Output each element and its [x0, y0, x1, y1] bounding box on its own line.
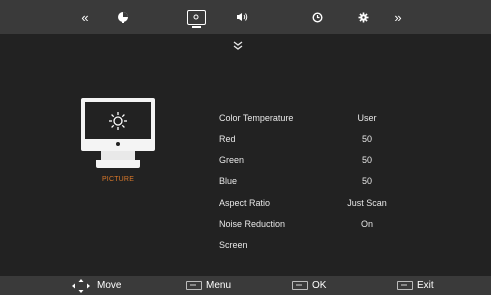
menu-label: Menu — [206, 280, 232, 291]
setting-aspect-ratio[interactable]: Aspect Ratio Just Scan — [219, 196, 419, 210]
move-hint: Move — [71, 276, 121, 295]
speaker-icon[interactable] — [229, 0, 255, 34]
double-chevron-left-icon[interactable]: « — [72, 0, 98, 34]
setting-value: 50 — [361, 176, 372, 186]
setting-label: Aspect Ratio — [219, 198, 271, 208]
setting-value: On — [360, 219, 373, 229]
menu-key-icon — [186, 281, 202, 290]
picture-mode-icon-graphic — [118, 12, 128, 23]
menu-hint: Menu — [186, 276, 231, 295]
top-navigation-bar: « » — [0, 0, 491, 34]
setting-color-temperature[interactable]: Color Temperature User — [219, 111, 419, 125]
setting-label: Color Temperature — [219, 113, 294, 123]
picture-tab[interactable] — [183, 0, 209, 34]
setting-label: Noise Reduction — [219, 219, 286, 229]
setting-value: 50 — [361, 134, 372, 144]
category-label: PICTURE — [101, 176, 135, 183]
setting-label: Screen — [219, 240, 248, 250]
exit-label: Exit — [417, 280, 434, 291]
setting-red[interactable]: Red 50 — [219, 132, 419, 146]
next-tab-glyph: » — [394, 9, 402, 25]
footer-hints: Move Menu OK Exit — [0, 276, 491, 295]
setting-green[interactable]: Green 50 — [219, 153, 419, 167]
exit-hint: Exit — [397, 276, 434, 295]
setting-label: Green — [219, 155, 245, 165]
double-chevron-down-icon[interactable] — [230, 38, 246, 52]
exit-key-icon — [397, 281, 413, 290]
prev-tab-glyph: « — [81, 9, 89, 25]
setting-blue[interactable]: Blue 50 — [219, 174, 419, 188]
monitor-screen — [85, 102, 151, 139]
brightness-icon — [109, 111, 127, 130]
double-chevron-down-graphic — [233, 40, 243, 50]
ok-key-icon — [292, 281, 308, 290]
setting-value: Just Scan — [347, 198, 387, 208]
monitor-power-dot — [116, 142, 120, 146]
gear-icon[interactable] — [350, 0, 376, 34]
setting-screen[interactable]: Screen — [219, 238, 419, 252]
gear-icon-graphic — [358, 12, 368, 22]
setting-label: Red — [219, 134, 236, 144]
double-chevron-right-icon[interactable]: » — [385, 0, 411, 34]
monitor-illustration — [81, 98, 155, 151]
setting-value: User — [357, 113, 377, 123]
move-label: Move — [97, 280, 122, 291]
monitor-base — [96, 160, 140, 168]
arrows-icon — [72, 278, 90, 293]
sun-icon — [193, 14, 199, 20]
clock-icon-graphic — [311, 11, 323, 23]
picture-mode-icon[interactable] — [110, 0, 136, 34]
setting-label: Blue — [219, 176, 238, 186]
picture-icon — [186, 9, 206, 28]
clock-icon[interactable] — [304, 0, 330, 34]
speaker-icon-graphic — [237, 13, 248, 21]
ok-label: OK — [312, 280, 327, 291]
ok-hint: OK — [292, 276, 326, 295]
setting-noise-reduction[interactable]: Noise Reduction On — [219, 217, 419, 231]
setting-value: 50 — [361, 155, 372, 165]
